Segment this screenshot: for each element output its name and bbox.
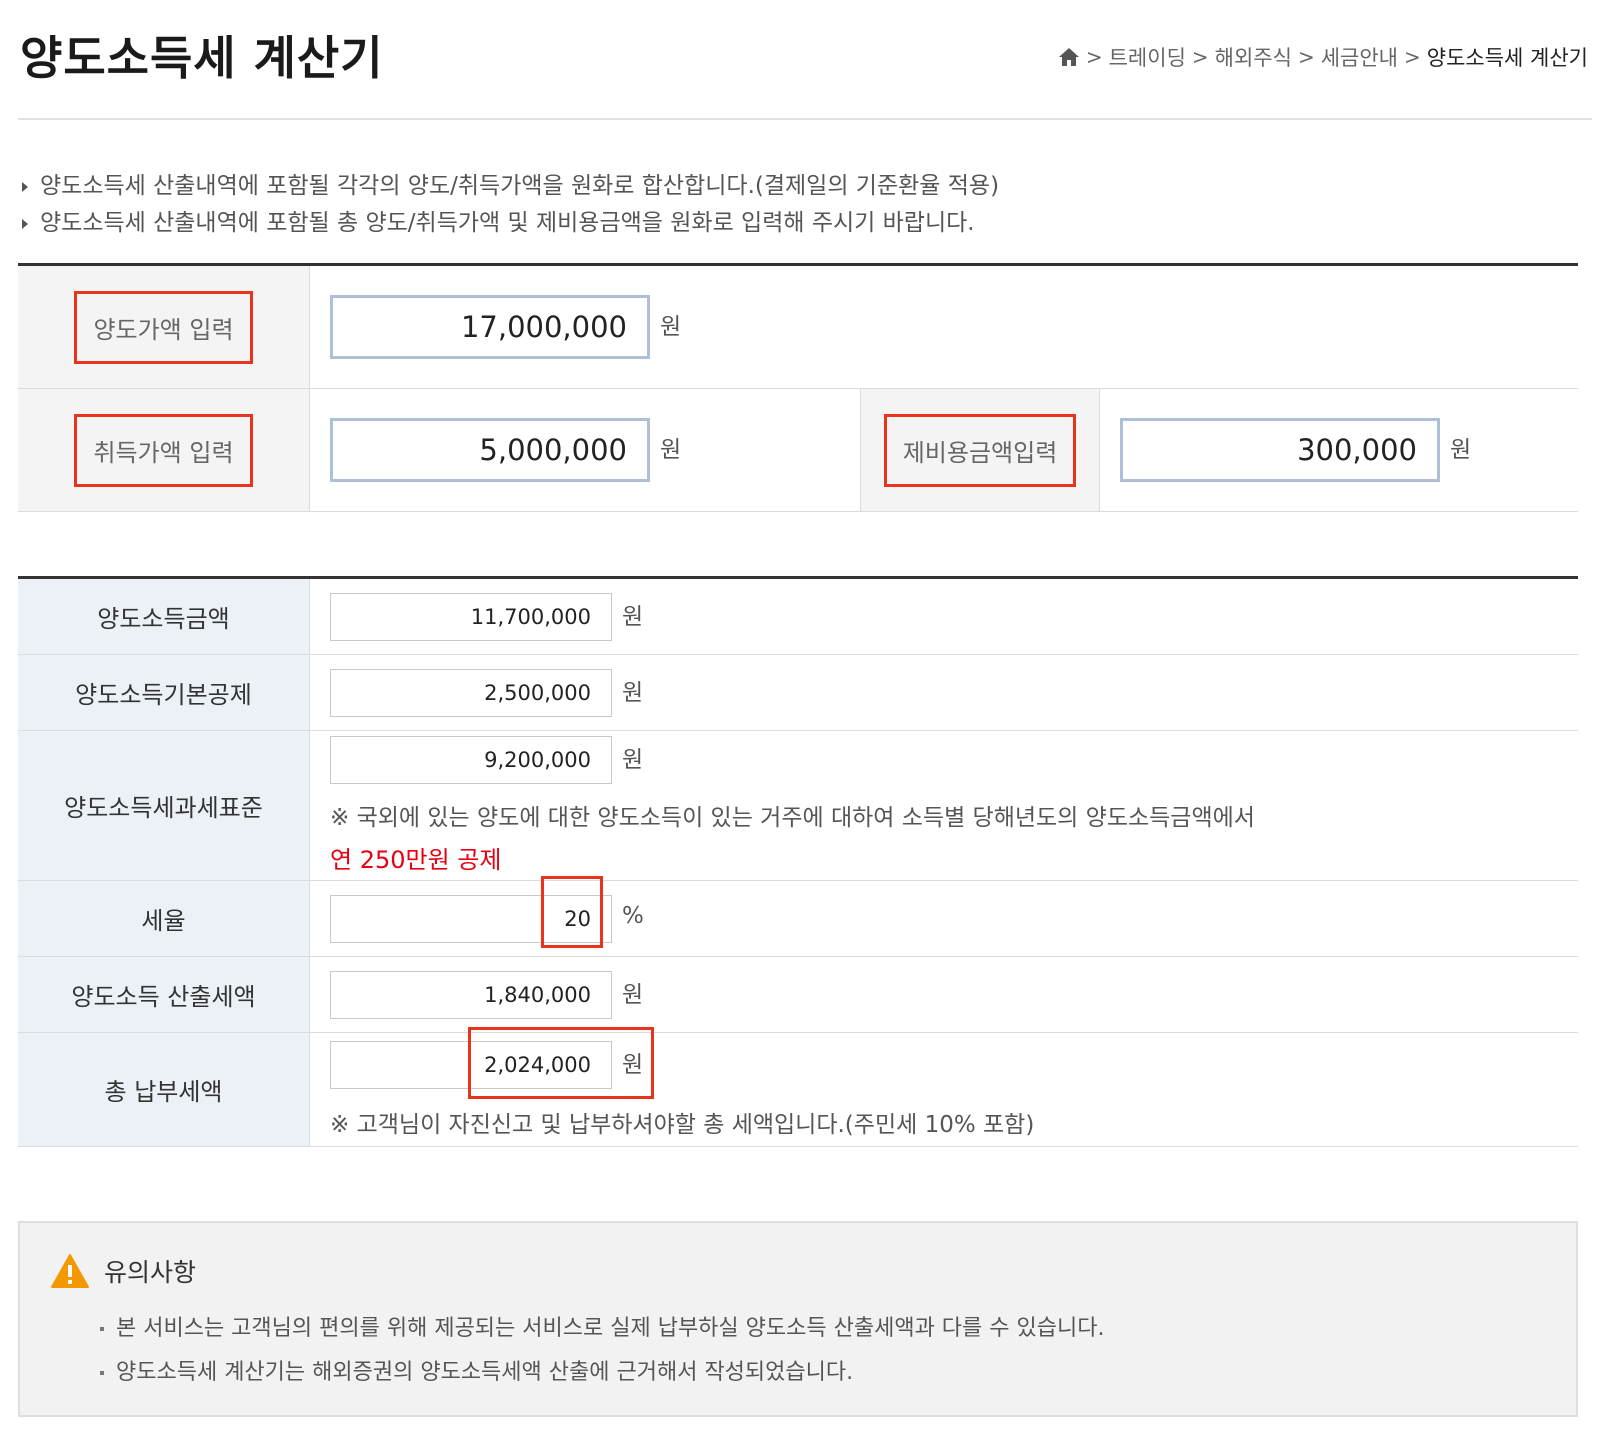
chevron-right-icon: > — [1191, 45, 1209, 69]
taxbase-row: 양도소득세과세표준 9,200,000 원 ※ 국외에 있는 양도에 대한 양도… — [18, 731, 1578, 881]
header-divider — [18, 118, 1592, 120]
deduction-output: 2,500,000 — [330, 668, 612, 717]
income-label: 양도소득금액 — [18, 579, 310, 654]
income-output: 11,700,000 — [330, 592, 612, 641]
rate-output: 20 — [330, 875, 612, 948]
caution-list: 본 서비스는 고객님의 편의를 위해 제공되는 서비스로 실제 납부하실 양도소… — [100, 1307, 1104, 1395]
home-icon[interactable] — [1058, 47, 1080, 67]
acquisition-row: 취득가액 입력 5,000,000 원 제비용금액입력 300,000 원 — [18, 389, 1578, 512]
deduction-row: 양도소득기본공제 2,500,000 원 — [18, 655, 1578, 731]
unit-label: 원 — [622, 981, 644, 1008]
calc-tax-label: 양도소득 산출세액 — [18, 957, 310, 1032]
chevron-right-icon: > — [1297, 45, 1315, 69]
breadcrumb-item-tax-guide[interactable]: 세금안내 — [1321, 42, 1398, 72]
unit-label: 원 — [622, 679, 644, 706]
calc-tax-output: 1,840,000 — [330, 970, 612, 1019]
rate-row: 세율 20 % — [18, 875, 1578, 957]
total-tax-note: ※ 고객님이 자진신고 및 납부하셔야할 총 세액입니다.(주민세 10% 포함… — [330, 1111, 1035, 1138]
total-tax-label: 총 납부세액 — [18, 1033, 310, 1146]
total-tax-highlight-box — [468, 1026, 654, 1099]
square-bullet-icon — [100, 1371, 104, 1375]
unit-label: 원 — [660, 314, 682, 340]
chevron-right-icon: > — [1085, 45, 1103, 69]
percent-label: % — [622, 902, 644, 929]
rate-highlight-box — [541, 875, 603, 948]
triangle-bullet-icon — [22, 181, 28, 192]
unit-label: 원 — [1450, 437, 1472, 463]
rate-label: 세율 — [18, 881, 310, 956]
square-bullet-icon — [100, 1327, 104, 1331]
breadcrumb-item-trading[interactable]: 트레이딩 — [1109, 42, 1186, 72]
caution-item: 본 서비스는 고객님의 편의를 위해 제공되는 서비스로 실제 납부하실 양도소… — [100, 1307, 1104, 1351]
notes: 양도소득세 산출내역에 포함될 각각의 양도/취득가액을 원화로 합산합니다.(… — [22, 168, 999, 242]
taxbase-note-highlight: 연 250만원 공제 — [330, 846, 502, 874]
income-row: 양도소득금액 11,700,000 원 — [18, 579, 1578, 655]
unit-label: 원 — [622, 603, 644, 630]
taxbase-label: 양도소득세과세표준 — [18, 731, 310, 880]
note-item: 양도소득세 산출내역에 포함될 각각의 양도/취득가액을 원화로 합산합니다.(… — [22, 168, 999, 205]
taxbase-output: 9,200,000 — [330, 736, 612, 784]
total-tax-row: 총 납부세액 2,024,000 원 ※ 고객님이 자진신고 및 납부하셔야할 … — [18, 1026, 1578, 1147]
result-table: 양도소득금액 11,700,000 원 양도소득기본공제 2,500,000 원… — [18, 576, 1578, 1147]
unit-label: 원 — [622, 747, 644, 773]
acquisition-price-label: 취득가액 입력 — [74, 413, 253, 487]
caution-box: 유의사항 본 서비스는 고객님의 편의를 위해 제공되는 서비스로 실제 납부하… — [18, 1221, 1578, 1417]
chevron-right-icon: > — [1403, 45, 1421, 69]
breadcrumb-item-current: 양도소득세 계산기 — [1426, 46, 1588, 70]
breadcrumb-item-overseas-stock[interactable]: 해외주식 — [1215, 42, 1292, 72]
input-table: 양도가액 입력 17,000,000 원 취득가액 입력 5,000,000 원… — [18, 263, 1578, 512]
warning-icon — [51, 1254, 89, 1288]
caution-title: 유의사항 — [104, 1258, 197, 1287]
triangle-bullet-icon — [22, 218, 28, 229]
sale-price-label: 양도가액 입력 — [74, 290, 253, 364]
deduction-label: 양도소득기본공제 — [18, 655, 310, 730]
sale-price-input[interactable]: 17,000,000 — [330, 295, 650, 359]
caution-item: 양도소득세 계산기는 해외증권의 양도소득세액 산출에 근거해서 작성되었습니다… — [100, 1351, 1104, 1395]
unit-label: 원 — [660, 437, 682, 463]
expense-input[interactable]: 300,000 — [1120, 418, 1440, 482]
note-item: 양도소득세 산출내역에 포함될 총 양도/취득가액 및 제비용금액을 원화로 입… — [22, 205, 999, 242]
calc-tax-row: 양도소득 산출세액 1,840,000 원 — [18, 957, 1578, 1033]
page-title: 양도소득세 계산기 — [20, 31, 384, 85]
taxbase-note: ※ 국외에 있는 양도에 대한 양도소득이 있는 거주에 대하여 소득별 당해년… — [330, 805, 1255, 831]
acquisition-price-input[interactable]: 5,000,000 — [330, 418, 650, 482]
expense-label: 제비용금액입력 — [883, 413, 1077, 487]
sale-price-row: 양도가액 입력 17,000,000 원 — [18, 266, 1578, 389]
breadcrumb: > 트레이딩 > 해외주식 > 세금안내 > 양도소득세 계산기 — [1058, 42, 1588, 72]
